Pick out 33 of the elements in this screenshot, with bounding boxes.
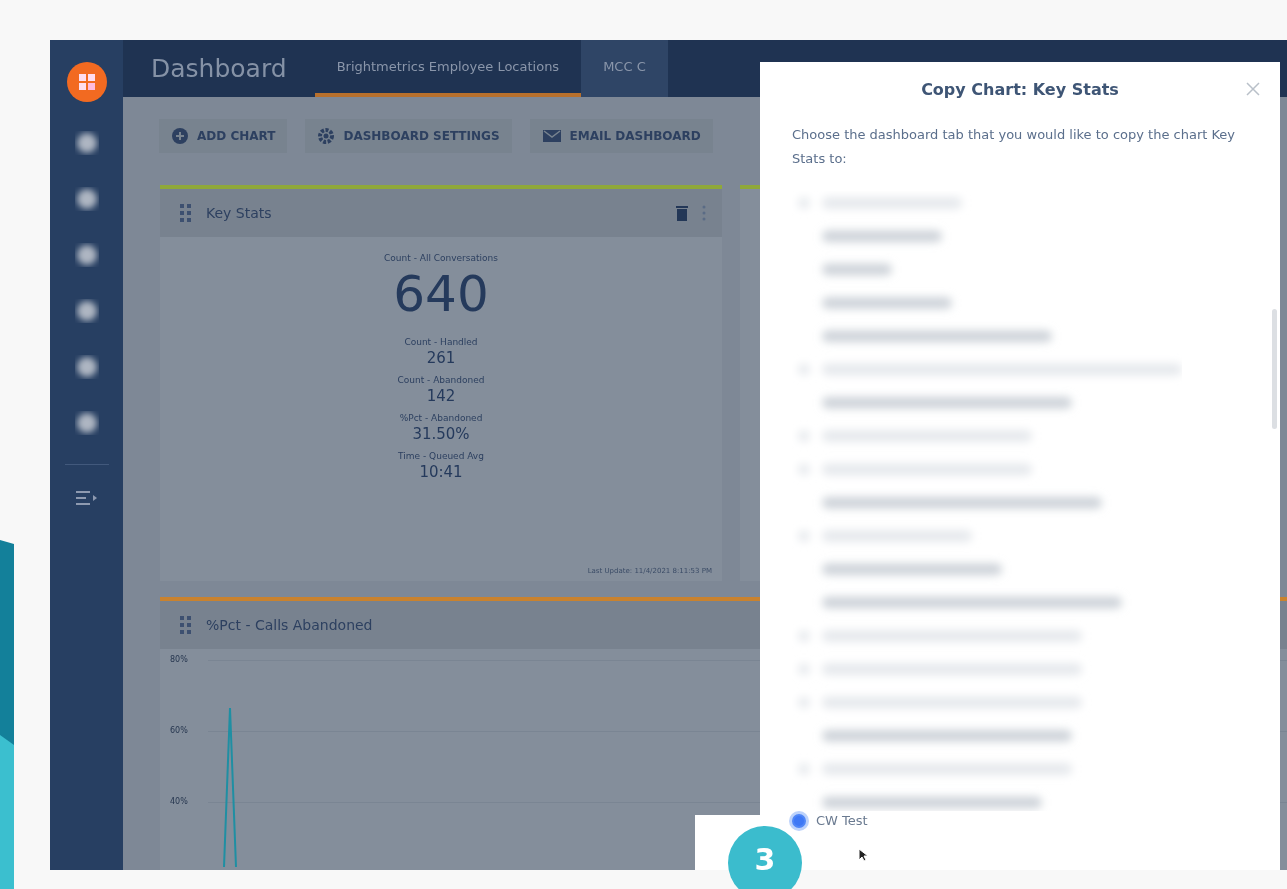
card-title: Key Stats [206,205,273,221]
toolbar-button[interactable]: ADD CHART [159,119,288,153]
expand-menu-icon[interactable] [75,491,98,505]
dialog-title: Copy Chart: Key Stats [920,80,1120,99]
radio-button[interactable] [792,813,806,828]
app-title: Dashboard [150,53,288,85]
stat-value: 640 [393,265,489,323]
trash-icon[interactable] [676,205,688,221]
stat-label: Count - Handled [404,337,478,347]
stat-label: Count - Abandoned [397,375,485,385]
stat-label: %Pct - Abandoned [399,413,483,423]
card-title: %Pct - Calls Abandoned [206,617,374,633]
axis-label: 40% [169,797,189,807]
option-label: CW Test [816,813,868,828]
drag-handle-icon [180,616,192,634]
stat-value: 31.50% [412,425,470,443]
dashboard-tab[interactable]: MCC C [581,40,668,97]
stat-label: Count - All Conversations [384,253,498,263]
envelope-icon [541,128,562,144]
drag-handle-icon [180,204,192,222]
cursor-icon [858,848,868,862]
stat-label: Time - Queued Avg [398,451,484,461]
stat-value: 261 [426,349,456,367]
toolbar-button[interactable]: EMAIL DASHBOARD [529,119,713,153]
plus-circle-icon [171,127,189,145]
axis-label: 60% [169,726,189,736]
logo-icon[interactable] [66,62,107,102]
axis-label: 80% [169,655,189,665]
dialog-description: Choose the dashboard tab that you would like to copy the chart Key Stats to: [791,126,1237,168]
stat-value: 142 [426,387,456,405]
stat-value: 10:41 [419,463,463,481]
toolbar-button[interactable]: DASHBOARD SETTINGS [305,119,512,153]
settings-icon [317,127,336,145]
